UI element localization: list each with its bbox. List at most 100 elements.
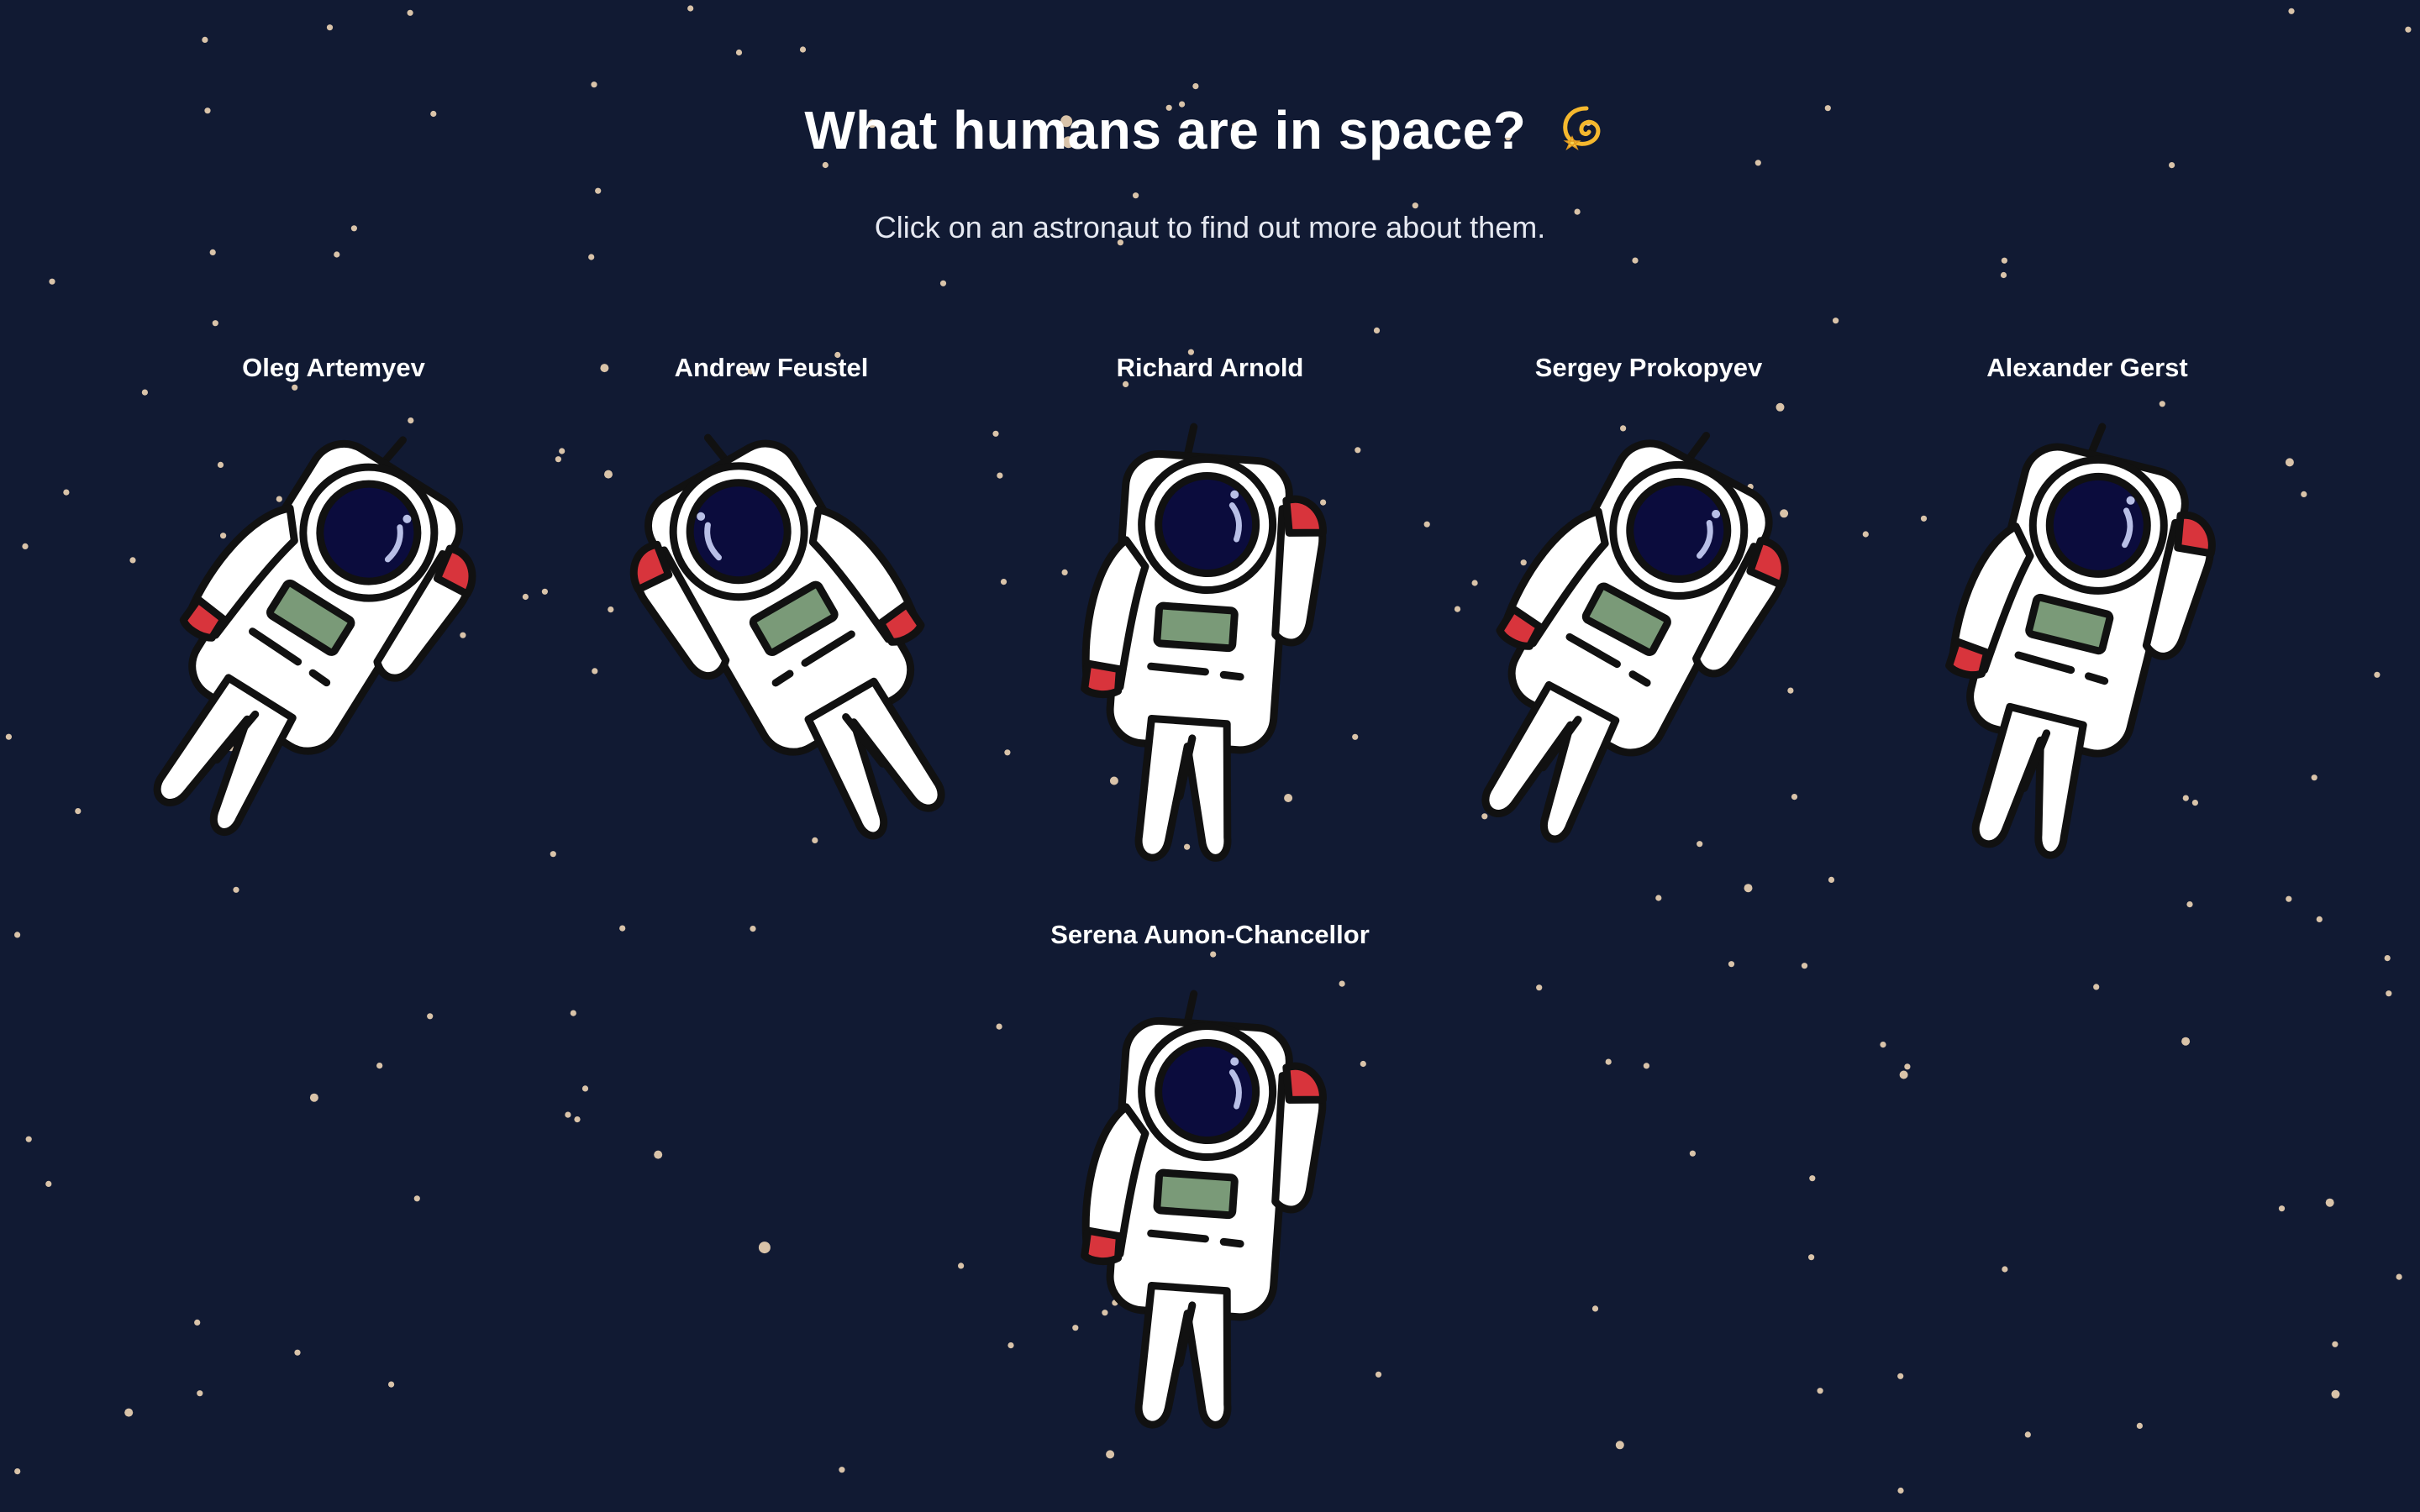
star	[334, 251, 340, 258]
star	[2396, 1273, 2402, 1280]
star	[595, 187, 602, 194]
star	[750, 926, 756, 932]
astronaut-icon[interactable]	[603, 386, 945, 840]
star	[1689, 1150, 1696, 1157]
star	[1899, 1070, 1908, 1079]
star	[1007, 1342, 1014, 1349]
star	[124, 1408, 134, 1417]
astronaut-icon[interactable]	[1481, 386, 1817, 843]
star	[75, 808, 82, 815]
star	[581, 1085, 589, 1092]
astronaut-name[interactable]: Alexander Gerst	[1919, 353, 2255, 383]
page-title: What humans are in space?	[0, 99, 2420, 161]
star	[1655, 895, 1662, 901]
star	[197, 1390, 203, 1397]
star	[591, 81, 597, 88]
astronaut-icon[interactable]	[153, 386, 502, 836]
star	[1828, 876, 1835, 883]
astronaut-icon[interactable]	[1042, 953, 1378, 1429]
dizzy-comet-icon	[1562, 106, 1600, 151]
star	[1412, 202, 1418, 209]
star	[141, 389, 148, 396]
star	[2311, 774, 2317, 781]
star	[2278, 1205, 2286, 1212]
star	[1133, 192, 1139, 199]
star	[212, 320, 218, 327]
star	[1801, 963, 1808, 969]
star	[992, 430, 999, 437]
star	[1536, 984, 1543, 991]
star	[45, 1180, 52, 1187]
star	[202, 36, 208, 44]
star	[574, 1116, 581, 1123]
star	[822, 161, 829, 169]
star	[1106, 1450, 1115, 1459]
astronaut-name[interactable]: Richard Arnold	[1042, 353, 1378, 383]
star	[839, 1467, 845, 1473]
star	[1833, 318, 1839, 324]
star	[2024, 1431, 2031, 1438]
star	[1697, 841, 1703, 848]
star	[2301, 491, 2307, 498]
star	[1897, 1487, 1904, 1494]
star	[2386, 990, 2392, 997]
star	[555, 456, 562, 463]
star	[2093, 984, 2100, 990]
star	[799, 46, 807, 53]
star	[654, 1150, 663, 1159]
star	[309, 1093, 318, 1102]
page-title-text: What humans are in space?	[804, 100, 1527, 160]
star	[812, 837, 818, 844]
star	[1471, 580, 1478, 586]
star	[1373, 327, 1381, 333]
star	[1809, 1175, 1816, 1182]
star	[2169, 162, 2175, 169]
star	[49, 278, 55, 285]
star	[14, 932, 21, 938]
star	[939, 280, 947, 286]
star	[2002, 1266, 2008, 1273]
star	[687, 5, 694, 12]
astronaut-icon[interactable]	[1042, 386, 1378, 862]
star	[2332, 1341, 2338, 1347]
star	[958, 1263, 965, 1269]
star	[2374, 671, 2381, 678]
star	[619, 925, 626, 932]
astronaut-icon[interactable]	[1919, 386, 2255, 859]
astronaut-name[interactable]: Sergey Prokopyev	[1481, 353, 1817, 383]
star	[2405, 26, 2412, 33]
star	[541, 588, 549, 595]
star	[758, 1242, 771, 1254]
star	[1632, 257, 1639, 264]
star	[735, 49, 743, 56]
star	[997, 472, 1003, 479]
star	[2288, 8, 2295, 14]
star	[376, 1063, 383, 1069]
star	[22, 543, 29, 550]
star	[2001, 257, 2007, 264]
star	[388, 1381, 395, 1388]
star	[2384, 955, 2391, 962]
astronaut-name[interactable]: Oleg Artemyev	[166, 353, 502, 383]
star	[559, 448, 566, 454]
star	[588, 254, 595, 260]
star	[2325, 1198, 2334, 1207]
star	[550, 851, 556, 858]
star	[5, 733, 12, 740]
star	[1904, 1063, 1911, 1070]
star	[2331, 1389, 2340, 1399]
star	[1004, 749, 1011, 756]
star	[1880, 1042, 1886, 1048]
star	[592, 668, 598, 675]
star	[294, 1349, 301, 1356]
star	[233, 886, 239, 893]
star	[63, 489, 70, 496]
star	[1423, 521, 1430, 528]
star	[1744, 884, 1753, 893]
astronaut-name[interactable]: Serena Aunon-Chancellor	[1042, 920, 1378, 950]
star	[2186, 901, 2193, 908]
star	[570, 1010, 576, 1016]
star	[1643, 1063, 1649, 1069]
astronaut-name[interactable]: Andrew Feustel	[603, 353, 939, 383]
star	[1808, 1254, 1815, 1261]
